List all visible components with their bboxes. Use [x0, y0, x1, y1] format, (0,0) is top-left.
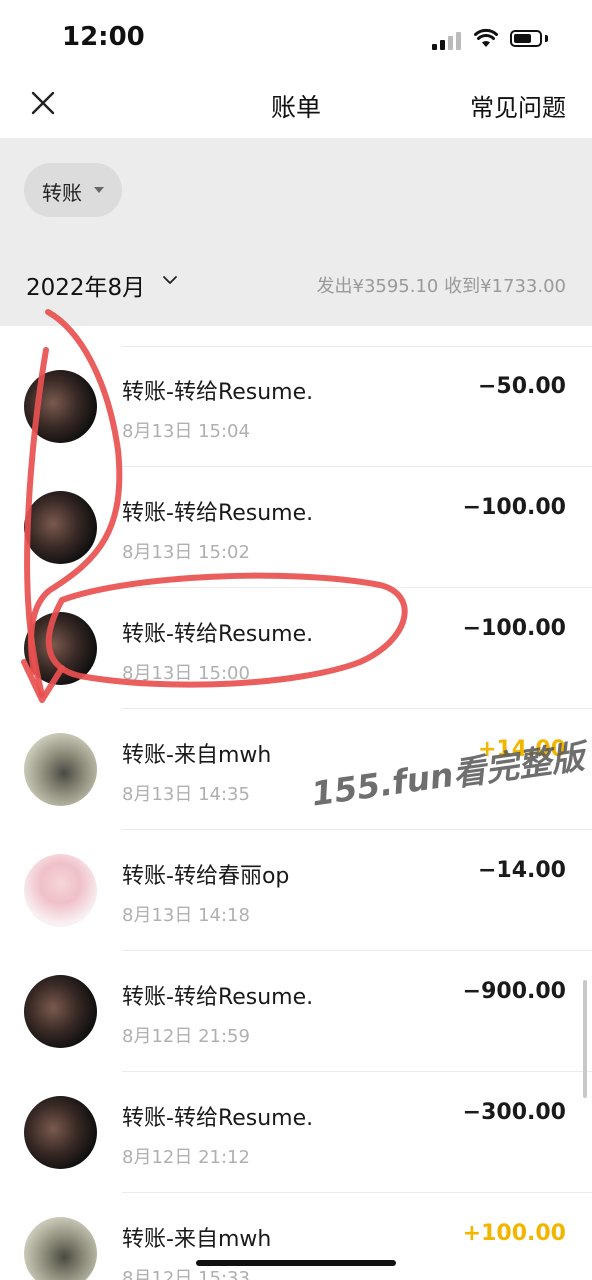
transaction-list[interactable]: 转账-转给Resume. 8月13日 15:04 −50.00 转账-转给Resume…	[0, 326, 592, 1280]
transfer-filter-button[interactable]: 转账	[24, 163, 122, 217]
transaction-row[interactable]: 转账-转给春丽op 8月13日 14:18 −14.00	[0, 830, 592, 951]
battery-level	[514, 34, 531, 43]
wifi-icon	[474, 28, 498, 47]
transaction-title: 转账-转给春丽op	[122, 864, 290, 889]
chevron-down-icon[interactable]	[162, 272, 178, 288]
transaction-amount: −300.00	[462, 1100, 566, 1125]
status-time: 12:00	[62, 22, 145, 52]
transaction-time: 8月12日 21:59	[122, 1026, 250, 1047]
transaction-time: 8月13日 15:02	[122, 542, 250, 563]
month-totals: 发出¥3595.10 收到¥1733.00	[316, 276, 567, 297]
transaction-title: 转账-转给Resume.	[122, 622, 314, 647]
dark-figure-avatar	[24, 975, 97, 1048]
faq-link[interactable]: 常见问题	[470, 88, 566, 123]
transaction-amount: −100.00	[462, 495, 566, 520]
transaction-row[interactable]: 转账-来自mwh 8月12日 15:33 +100.00	[0, 1193, 592, 1280]
transaction-row[interactable]: 转账-转给Resume. 8月12日 21:12 −300.00	[0, 1072, 592, 1193]
filter-area: 转账	[0, 138, 592, 242]
transaction-time: 8月12日 21:12	[122, 1147, 250, 1168]
transaction-row[interactable]: 转账-转给Resume. 8月13日 15:00 −100.00	[0, 588, 592, 709]
battery-tip	[545, 35, 548, 42]
transaction-amount: −50.00	[477, 374, 566, 399]
home-indicator[interactable]	[196, 1260, 396, 1266]
nav-bar: 账单 常见问题	[0, 76, 592, 138]
scrollbar[interactable]	[583, 980, 587, 1098]
dark-figure-avatar	[24, 612, 97, 685]
transaction-title: 转账-转给Resume.	[122, 380, 314, 405]
transaction-time: 8月13日 15:00	[122, 663, 250, 684]
dark-figure-avatar	[24, 370, 97, 443]
battery-icon	[510, 30, 542, 47]
transaction-row[interactable]: 转账-转给Resume. 8月13日 15:02 −100.00	[0, 467, 592, 588]
transaction-time: 8月13日 15:04	[122, 421, 250, 442]
transaction-title: 转账-转给Resume.	[122, 985, 314, 1010]
dark-figure-avatar	[24, 491, 97, 564]
transaction-title: 转账-转给Resume.	[122, 501, 314, 526]
anime-girl-avatar	[24, 854, 97, 927]
transaction-row[interactable]: 转账-转给Resume. 8月12日 21:59 −900.00	[0, 951, 592, 1072]
transaction-row[interactable]: 转账-转给Resume. 8月13日 15:04 −50.00	[0, 346, 592, 467]
transaction-title: 转账-来自mwh	[122, 1227, 272, 1252]
status-bar: 12:00	[0, 0, 592, 76]
transaction-amount: −14.00	[477, 858, 566, 883]
cat-photo-avatar	[24, 1217, 97, 1280]
filter-label: 转账	[42, 181, 82, 205]
caret-down-icon	[94, 187, 104, 193]
transaction-title: 转账-来自mwh	[122, 743, 272, 768]
dark-figure-avatar	[24, 1096, 97, 1169]
transaction-amount: +100.00	[462, 1221, 566, 1246]
transaction-amount: −100.00	[462, 616, 566, 641]
transaction-time: 8月13日 14:18	[122, 905, 250, 926]
transaction-amount: −900.00	[462, 979, 566, 1004]
transaction-time: 8月12日 15:33	[122, 1268, 250, 1280]
signal-icon	[432, 32, 462, 50]
month-summary-bar: 2022年8月 发出¥3595.10 收到¥1733.00	[0, 242, 592, 326]
month-selector[interactable]: 2022年8月	[26, 268, 145, 302]
transaction-time: 8月13日 14:35	[122, 784, 250, 805]
cat-photo-avatar	[24, 733, 97, 806]
transaction-title: 转账-转给Resume.	[122, 1106, 314, 1131]
